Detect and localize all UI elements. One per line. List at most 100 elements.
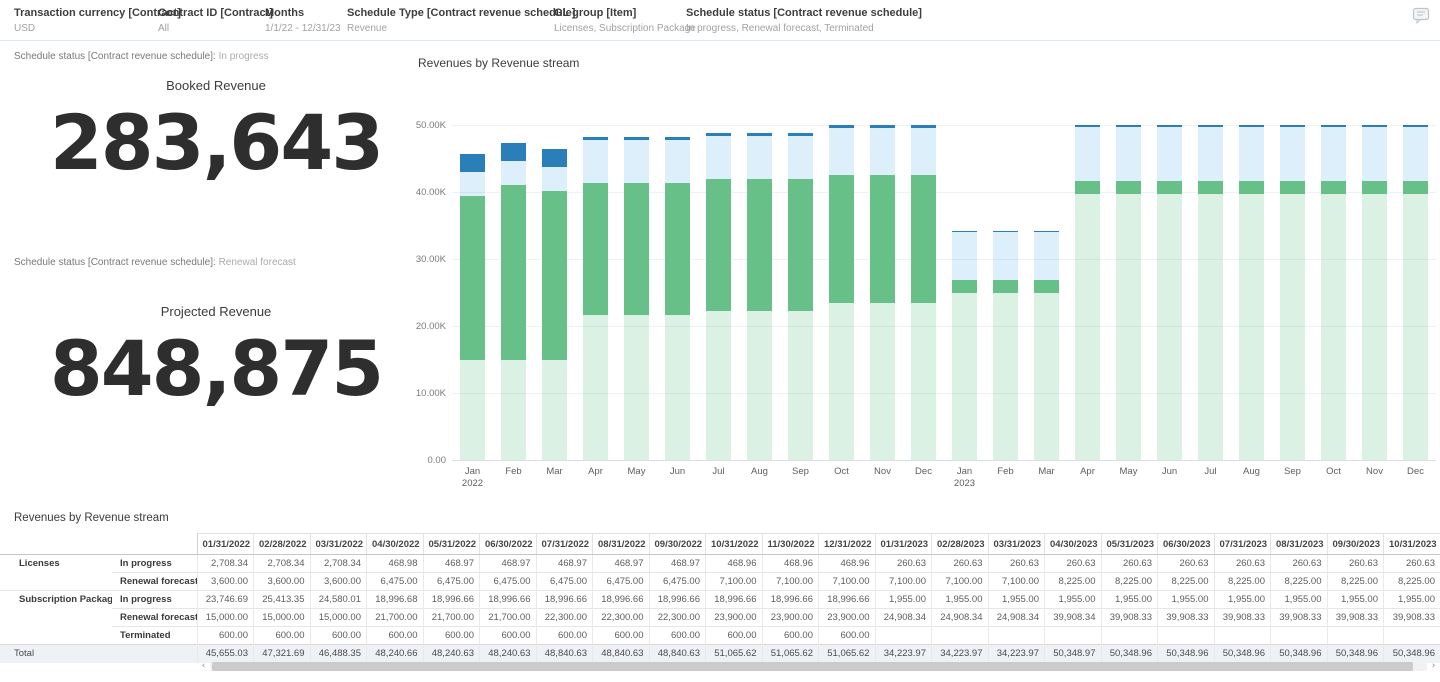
table-cell: 6,475.00 <box>535 572 593 591</box>
table-cell: 39,908.33 <box>1213 608 1271 627</box>
x-axis-tick: Jun <box>669 466 686 477</box>
column-header: 08/31/2023 <box>1270 533 1327 555</box>
x-axis-tick: Nov <box>874 466 891 477</box>
table-cell: 468.98 <box>366 554 423 573</box>
bar-2023-apr[interactable] <box>1067 125 1108 460</box>
total-label: Total <box>0 644 197 663</box>
scrollbar-thumb[interactable] <box>212 661 1413 671</box>
table-cell: 39,908.33 <box>1157 608 1214 627</box>
scroll-right-arrow-icon[interactable]: › <box>1427 660 1440 672</box>
filter-bar: Transaction currency [Contract] USD Contra… <box>0 0 1440 41</box>
table-cell: 18,996.66 <box>761 590 819 609</box>
bar-segment <box>1403 126 1428 182</box>
filter-value: Licenses, Subscription Package <box>554 23 696 34</box>
bar-segment <box>1321 181 1346 195</box>
table-cell: 6,475.00 <box>592 572 649 591</box>
bar-2023-jun[interactable] <box>1149 125 1190 460</box>
bar-2022-nov[interactable] <box>862 124 903 460</box>
table-cell: 23,900.00 <box>761 608 819 627</box>
table-cell: 600.00 <box>705 626 762 645</box>
bar-2023-nov[interactable] <box>1354 125 1395 460</box>
scrollbar-track[interactable] <box>210 661 1427 671</box>
table-cell <box>1213 626 1271 645</box>
bar-segment <box>665 314 690 460</box>
x-axis-tick: Jul <box>1204 466 1217 477</box>
bar-2022-feb[interactable] <box>493 125 534 460</box>
bar-segment <box>829 303 854 460</box>
bar-2022-mar[interactable] <box>534 125 575 460</box>
bar-segment <box>1075 126 1100 182</box>
table-cell: 21,700.00 <box>366 608 423 627</box>
bar-2022-jun[interactable] <box>657 125 698 460</box>
bar-2023-dec[interactable] <box>1395 125 1436 460</box>
bar-segment <box>1239 126 1264 182</box>
table-cell <box>987 626 1045 645</box>
table-cell: 1,955.00 <box>1213 590 1271 609</box>
table-cell: 2,708.34 <box>196 554 254 573</box>
table-cell: 1,955.00 <box>931 590 988 609</box>
bar-2023-jul[interactable] <box>1190 125 1231 460</box>
table-cell: 23,900.00 <box>818 608 875 627</box>
x-axis-tick: Mar <box>546 466 563 477</box>
column-header: 09/30/2023 <box>1326 533 1384 555</box>
comment-icon[interactable] <box>1411 7 1431 25</box>
bar-segment <box>665 139 690 184</box>
bar-2022-jan[interactable] <box>452 125 493 460</box>
bar-2022-apr[interactable] <box>575 125 616 460</box>
filter-control[interactable]: Months 1/1/22 - 12/31/23 <box>265 7 341 34</box>
table-cell: 8,225.00 <box>1100 572 1158 591</box>
bar-segment <box>542 194 567 360</box>
table-cell: 7,100.00 <box>931 572 988 591</box>
column-header: 06/30/2023 <box>1157 533 1214 555</box>
kpi-value: 283,643 <box>49 98 384 187</box>
bar-segment <box>1157 181 1182 195</box>
kpi-value: 848,875 <box>49 324 384 413</box>
x-axis-tick: May <box>627 466 646 477</box>
filter-control[interactable]: Schedule Type [Contract revenue schedule… <box>347 7 575 34</box>
bar-2022-dec[interactable] <box>903 124 944 460</box>
filter-control[interactable]: Schedule status [Contract revenue schedu… <box>686 7 922 34</box>
table-corner <box>0 533 197 555</box>
table-cell: 24,908.34 <box>874 608 932 627</box>
x-axis-tick: Jun <box>1161 466 1178 477</box>
bar-2023-jan[interactable] <box>944 125 985 460</box>
table-row: Licenses In progress 2,708.34 2,708.34 2,708… <box>0 554 1440 573</box>
filter-control[interactable]: Transaction currency [Contract] USD <box>14 7 181 34</box>
bar-segment <box>1034 232 1059 281</box>
bar-2022-may[interactable] <box>616 125 657 460</box>
table-cell: 6,475.00 <box>648 572 706 591</box>
column-header: 07/31/2023 <box>1213 533 1271 555</box>
bar-2023-may[interactable] <box>1108 125 1149 460</box>
table-cell: 8,225.00 <box>1213 572 1271 591</box>
table-title: Revenues by Revenue stream <box>14 512 169 524</box>
table-cell: 18,996.66 <box>818 590 875 609</box>
bar-2022-oct[interactable] <box>821 124 862 460</box>
x-axis-tick: Sep <box>792 466 809 477</box>
x-axis-tick: Oct <box>834 466 849 477</box>
table-row: Renewal forecast 3,600.00 3,600.00 3,600.00… <box>0 572 1440 591</box>
bar-2023-aug[interactable] <box>1231 125 1272 460</box>
column-header: 10/31/2022 <box>705 533 762 555</box>
table-cell: 21,700.00 <box>422 608 480 627</box>
bar-2022-sep[interactable] <box>780 125 821 460</box>
column-header: 04/30/2022 <box>366 533 423 555</box>
filter-control[interactable]: GL group [Item] Licenses, Subscription Pa… <box>554 7 696 34</box>
bar-segment <box>624 314 649 460</box>
filter-control[interactable]: Contract ID [Contract] All <box>158 7 273 34</box>
table-cell: 600.00 <box>761 626 819 645</box>
bars-container <box>452 124 1436 460</box>
bar-2022-jul[interactable] <box>698 125 739 460</box>
bar-2023-feb[interactable] <box>985 125 1026 460</box>
bar-2023-oct[interactable] <box>1313 125 1354 460</box>
table-cell: 1,955.00 <box>987 590 1045 609</box>
bar-segment <box>1321 194 1346 460</box>
table-cell: 2,708.34 <box>309 554 367 573</box>
bar-2023-sep[interactable] <box>1272 125 1313 460</box>
table-cell: 18,996.66 <box>479 590 536 609</box>
x-axis-tick: May <box>1119 466 1138 477</box>
filter-label: GL group [Item] <box>554 7 637 19</box>
bar-2023-mar[interactable] <box>1026 125 1067 460</box>
bar-2022-aug[interactable] <box>739 125 780 460</box>
scroll-left-arrow-icon[interactable]: ‹ <box>197 660 210 672</box>
bar-segment <box>788 183 813 311</box>
